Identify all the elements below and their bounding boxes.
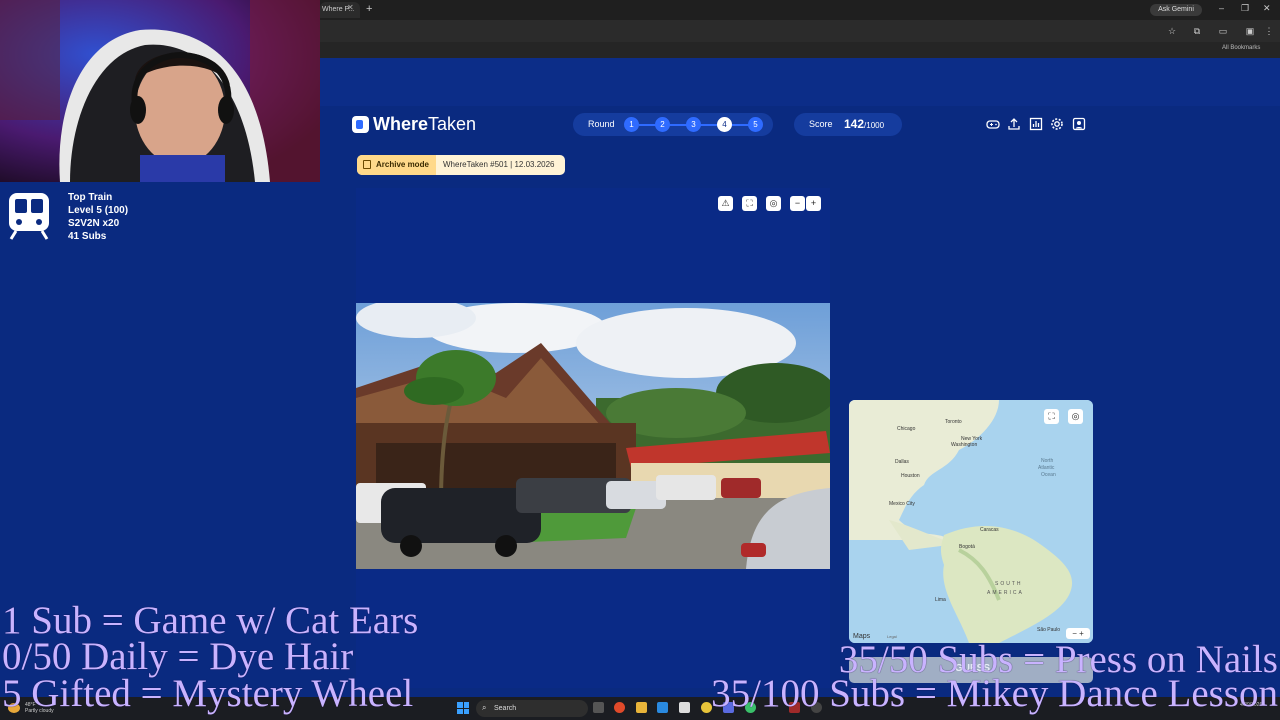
map-label-caracas: Caracas (980, 527, 999, 533)
stream-goal-mystery-wheel: 5 Gifted = Mystery Wheel (2, 672, 414, 715)
edge-icon[interactable] (657, 702, 668, 713)
train-level: Level 5 (100) (68, 205, 129, 216)
recenter-icon[interactable]: ◎ (766, 196, 781, 211)
stream-goal-dance-lesson: 35/100 Subs = Mikey Dance Lesson (711, 672, 1278, 715)
opera-icon[interactable] (614, 702, 625, 713)
round-dot-5: 5 (748, 117, 763, 132)
bookmark-bar (320, 42, 1280, 58)
browser-tab-bar (320, 0, 1280, 20)
new-tab-icon[interactable]: + (366, 3, 372, 15)
archive-puzzle-info: WhereTaken #501 | 12.03.2026 (443, 160, 555, 169)
map-label-sao-paulo: São Paulo (1037, 627, 1060, 633)
app-header-band (320, 58, 1280, 106)
restore-icon[interactable]: ❐ (1241, 3, 1249, 14)
map-label-dallas: Dallas (895, 459, 909, 465)
stream-goal-dye-hair: 0/50 Daily = Dye Hair (2, 635, 354, 678)
map-label-toronto: Toronto (945, 419, 962, 425)
share-icon[interactable] (1007, 117, 1021, 131)
map-label-mexico-city: Mexico City (889, 501, 915, 507)
map-label-washington: Washington (951, 442, 977, 448)
round-dot-3: 3 (686, 117, 701, 132)
gamepad-icon[interactable] (986, 117, 1000, 131)
browser-tab[interactable]: Where P... (320, 2, 360, 18)
profile-icon[interactable]: ▣ (1245, 26, 1255, 36)
bookmark-star-icon[interactable]: ☆ (1167, 26, 1177, 36)
map-label-south: SOUTH (995, 581, 1023, 587)
minimize-icon[interactable]: – (1219, 3, 1224, 13)
map-label-bogota: Bogotá (959, 544, 975, 550)
settings-gear-icon[interactable] (1050, 117, 1064, 131)
score-label: Score (809, 119, 833, 129)
archive-calendar-icon (363, 160, 371, 169)
file-explorer-icon[interactable] (636, 702, 647, 713)
account-icon[interactable] (1072, 117, 1086, 131)
location-photo[interactable] (356, 303, 830, 569)
taskbar-search[interactable]: Search (476, 700, 588, 717)
extensions-icon[interactable]: ⧉ (1192, 26, 1202, 36)
cast-icon[interactable]: ▭ (1218, 26, 1228, 36)
zoom-out-icon[interactable]: − (790, 196, 805, 211)
score-value: 142/1000 (844, 117, 885, 131)
map-label-ocean: Ocean (1041, 472, 1056, 478)
browser-toolbar (320, 20, 1280, 42)
menu-dots-icon[interactable]: ⋮ (1264, 26, 1274, 36)
map-label-north: North (1041, 458, 1053, 464)
close-window-icon[interactable]: ✕ (1263, 3, 1271, 14)
map-label-america: AMERICA (987, 590, 1024, 596)
train-subs: 41 Subs (68, 231, 107, 242)
archive-mode-label: Archive mode (376, 160, 429, 169)
map-label-atlantic: Atlantic (1038, 465, 1055, 471)
stats-icon[interactable] (1029, 117, 1043, 131)
zoom-in-icon[interactable]: + (806, 196, 821, 211)
brand-logo[interactable]: WhereTaken (373, 114, 476, 135)
all-bookmarks-link[interactable]: All Bookmarks (1222, 45, 1260, 51)
train-top-user: S2V2N x20 (68, 218, 120, 229)
windows-start-icon[interactable] (457, 702, 469, 714)
ask-gemini-button[interactable]: Ask Gemini (1150, 4, 1202, 16)
round-dot-4: 4 (717, 117, 732, 132)
guess-map[interactable]: Chicago Toronto New York Washington Dall… (849, 400, 1093, 643)
map-label-lima: Lima (935, 597, 946, 603)
train-icon (9, 193, 49, 240)
round-dot-2: 2 (655, 117, 670, 132)
logo-icon (352, 116, 369, 133)
task-view-icon[interactable] (593, 702, 604, 713)
report-warning-icon[interactable]: ⚠ (718, 196, 733, 211)
tab-close-icon[interactable]: ✕ (347, 3, 354, 12)
map-recenter-icon[interactable]: ◎ (1068, 409, 1083, 424)
round-dot-1: 1 (624, 117, 639, 132)
map-label-chicago: Chicago (897, 426, 916, 432)
webcam-feed (0, 0, 320, 182)
round-label: Round (588, 119, 615, 129)
search-icon: ⌕ (482, 703, 487, 712)
train-title: Top Train (68, 192, 113, 203)
map-fullscreen-icon[interactable]: ⛶ (1044, 409, 1059, 424)
fullscreen-icon[interactable]: ⛶ (742, 196, 757, 211)
store-icon[interactable] (679, 702, 690, 713)
map-label-houston: Houston (901, 473, 920, 479)
